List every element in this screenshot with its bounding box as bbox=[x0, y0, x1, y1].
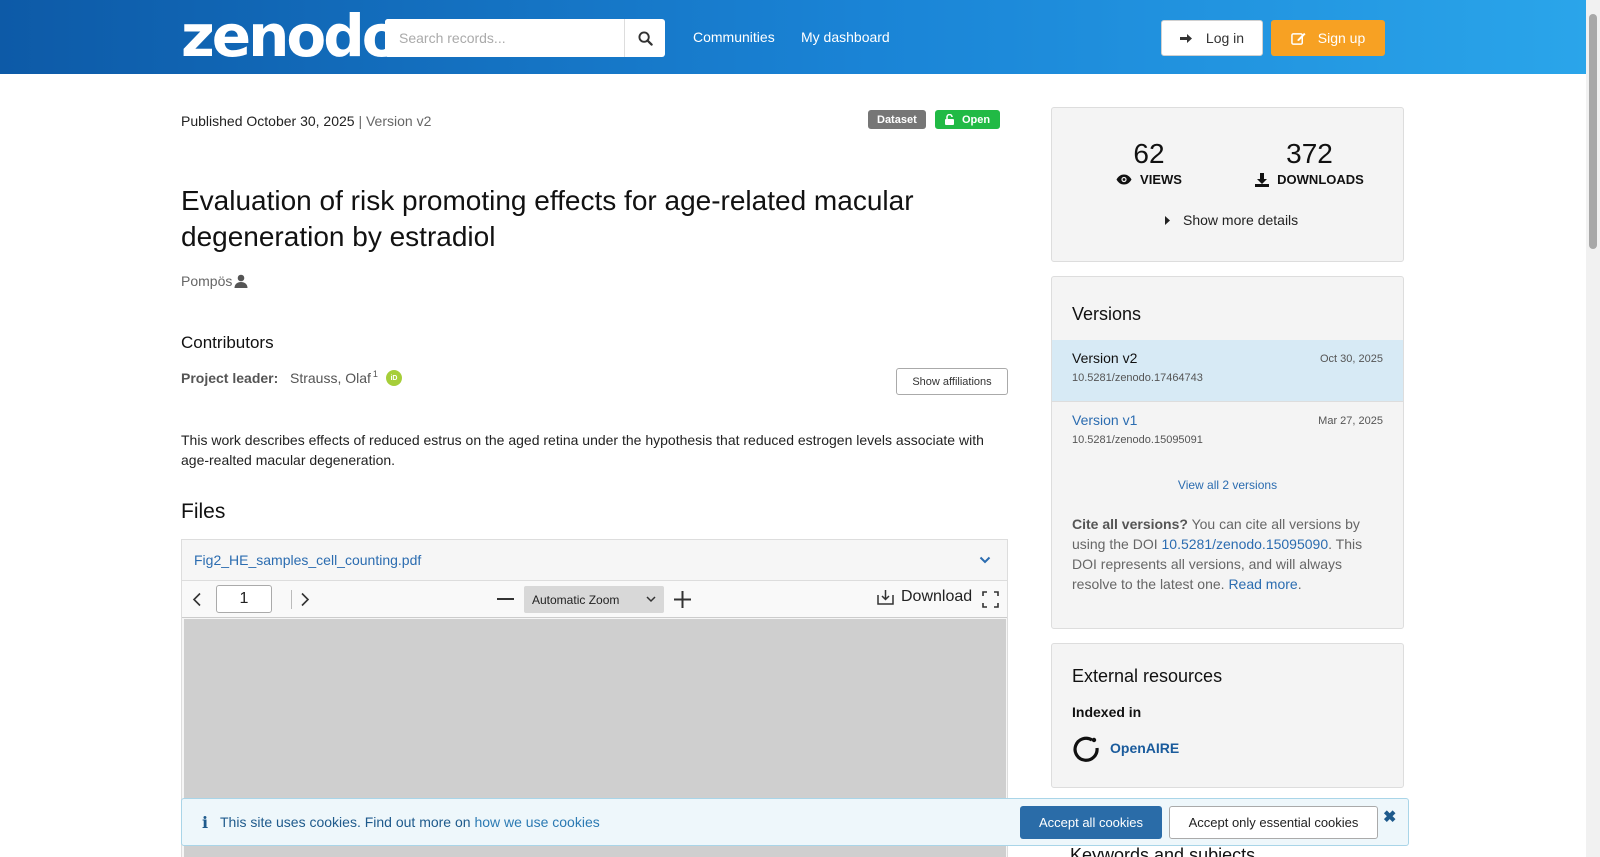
search-input[interactable] bbox=[385, 19, 624, 57]
toolbar-divider bbox=[291, 590, 292, 609]
signup-button[interactable]: Sign up bbox=[1271, 20, 1385, 56]
openaire-logo-icon bbox=[1073, 736, 1099, 762]
pdf-toolbar: 1 Automatic Zoom Download bbox=[182, 581, 1007, 618]
sign-in-icon bbox=[1179, 33, 1192, 43]
search-icon bbox=[637, 30, 653, 46]
accept-all-cookies-button[interactable]: Accept all cookies bbox=[1020, 806, 1162, 839]
next-page-icon[interactable] bbox=[300, 592, 310, 607]
search-button[interactable] bbox=[624, 19, 665, 57]
search-bar bbox=[385, 19, 665, 57]
eye-icon bbox=[1116, 174, 1132, 185]
previous-page-icon[interactable] bbox=[192, 592, 202, 607]
contributors-heading: Contributors bbox=[181, 333, 274, 352]
views-label: VIEWS bbox=[1140, 172, 1182, 187]
file-header[interactable]: Fig2_HE_samples_cell_counting.pdf bbox=[182, 540, 1007, 581]
cookie-text: This site uses cookies. Find out more on bbox=[220, 814, 471, 830]
contributor[interactable]: Strauss, Olaf 1 iD bbox=[290, 369, 402, 386]
zoom-out-icon[interactable] bbox=[497, 598, 514, 601]
views-stat: 62 VIEWS bbox=[1114, 138, 1184, 187]
concept-doi-link[interactable]: 10.5281/zenodo.15095090 bbox=[1162, 536, 1329, 552]
top-header: zenodo Communities My dashboard Log in S… bbox=[0, 0, 1586, 74]
creator[interactable]: Pompös bbox=[181, 273, 248, 289]
external-resources-heading: External resources bbox=[1072, 666, 1223, 686]
publish-info: Published October 30, 2025 | Version v2 bbox=[181, 113, 431, 129]
pdf-download-label: Download bbox=[901, 588, 973, 605]
versions-heading: Versions bbox=[1072, 304, 1142, 324]
view-all-versions-link[interactable]: View all 2 versions bbox=[1052, 478, 1403, 492]
download-icon bbox=[1255, 172, 1270, 187]
access-label: Open bbox=[962, 113, 991, 126]
orcid-icon[interactable]: iD bbox=[385, 370, 402, 386]
views-label-row: VIEWS bbox=[1114, 172, 1184, 187]
openaire-link[interactable]: OpenAIRE bbox=[1072, 734, 1179, 762]
pdf-download-button[interactable]: Download bbox=[877, 588, 972, 606]
zoom-in-icon[interactable] bbox=[674, 591, 691, 608]
cookie-policy-link[interactable]: how we use cookies bbox=[474, 814, 599, 830]
zenodo-logo[interactable]: zenodo bbox=[181, 6, 402, 66]
page-number-input[interactable]: 1 bbox=[216, 585, 272, 613]
zoom-select[interactable]: Automatic Zoom bbox=[524, 586, 664, 613]
published-date: Published October 30, 2025 bbox=[181, 113, 355, 129]
version-date: Mar 27, 2025 bbox=[1318, 415, 1383, 427]
version-item[interactable]: Version v2 Oct 30, 2025 10.5281/zenodo.1… bbox=[1052, 340, 1403, 401]
openaire-label: OpenAIRE bbox=[1110, 740, 1180, 756]
record-title: Evaluation of risk promoting effects for… bbox=[181, 185, 914, 252]
page-scrollbar[interactable] bbox=[1586, 0, 1600, 857]
chevron-down-icon bbox=[646, 596, 656, 603]
nav-communities[interactable]: Communities bbox=[693, 29, 775, 45]
external-resources-card: External resources Indexed in OpenAIRE bbox=[1051, 643, 1404, 788]
caret-right-icon bbox=[1165, 215, 1170, 225]
read-more-link[interactable]: Read more bbox=[1228, 576, 1297, 592]
show-more-details-toggle[interactable]: Show more details bbox=[1165, 212, 1298, 228]
files-heading: Files bbox=[181, 500, 226, 523]
version-item[interactable]: Version v1 Mar 27, 2025 10.5281/zenodo.1… bbox=[1052, 401, 1403, 462]
zoom-value: Automatic Zoom bbox=[532, 592, 620, 607]
downloads-label: DOWNLOADS bbox=[1277, 172, 1364, 187]
version-doi: 10.5281/zenodo.15095091 bbox=[1072, 434, 1203, 446]
creator-name[interactable]: Pompös bbox=[181, 273, 232, 289]
views-count: 62 bbox=[1133, 138, 1165, 169]
access-badge: Open bbox=[935, 110, 1001, 129]
contributor-name[interactable]: Strauss, Olaf bbox=[290, 370, 371, 386]
download-icon bbox=[877, 590, 894, 605]
versions-card: Versions Version v2 Oct 30, 2025 10.5281… bbox=[1051, 276, 1404, 629]
keywords-heading: Keywords and subjects bbox=[1070, 845, 1256, 857]
show-more-label: Show more details bbox=[1183, 212, 1299, 228]
version-label: | Version v2 bbox=[358, 113, 432, 129]
cite-all-versions: Cite all versions? You can cite all vers… bbox=[1072, 516, 1363, 592]
nav-my-dashboard[interactable]: My dashboard bbox=[801, 29, 890, 45]
downloads-count: 372 bbox=[1286, 138, 1333, 169]
show-affiliations-button[interactable]: Show affiliations bbox=[896, 368, 1008, 395]
downloads-label-row: DOWNLOADS bbox=[1247, 172, 1372, 187]
scrollbar-thumb[interactable] bbox=[1589, 14, 1597, 249]
file-name-link[interactable]: Fig2_HE_samples_cell_counting.pdf bbox=[194, 552, 421, 568]
fullscreen-icon[interactable] bbox=[982, 591, 999, 608]
affiliation-marker: 1 bbox=[372, 369, 378, 379]
version-doi: 10.5281/zenodo.17464743 bbox=[1072, 372, 1203, 384]
contributor-role: Project leader: bbox=[181, 370, 279, 386]
version-date: Oct 30, 2025 bbox=[1320, 353, 1383, 365]
resource-type-badge: Dataset bbox=[868, 110, 926, 129]
cookie-banner: i This site uses cookies. Find out more … bbox=[181, 798, 1409, 846]
downloads-stat: 372 DOWNLOADS bbox=[1247, 138, 1372, 187]
info-icon: i bbox=[202, 812, 209, 832]
edit-icon bbox=[1290, 32, 1306, 45]
person-icon bbox=[234, 274, 248, 288]
stats-card: 62 VIEWS 372 DOWNLOADS Show more details bbox=[1051, 107, 1404, 262]
cookie-message: This site uses cookies. Find out more on… bbox=[220, 814, 600, 830]
unlock-icon bbox=[945, 114, 954, 125]
accept-essential-cookies-button[interactable]: Accept only essential cookies bbox=[1169, 806, 1378, 839]
record-description: This work describes effects of reduced e… bbox=[181, 432, 984, 468]
indexed-in-label: Indexed in bbox=[1072, 704, 1142, 720]
login-label: Log in bbox=[1205, 30, 1245, 46]
cite-heading: Cite all versions? bbox=[1072, 516, 1188, 532]
chevron-down-icon[interactable] bbox=[979, 556, 991, 564]
signup-label: Sign up bbox=[1317, 30, 1366, 46]
close-icon[interactable]: ✖ bbox=[1383, 807, 1396, 827]
login-button[interactable]: Log in bbox=[1161, 20, 1263, 56]
